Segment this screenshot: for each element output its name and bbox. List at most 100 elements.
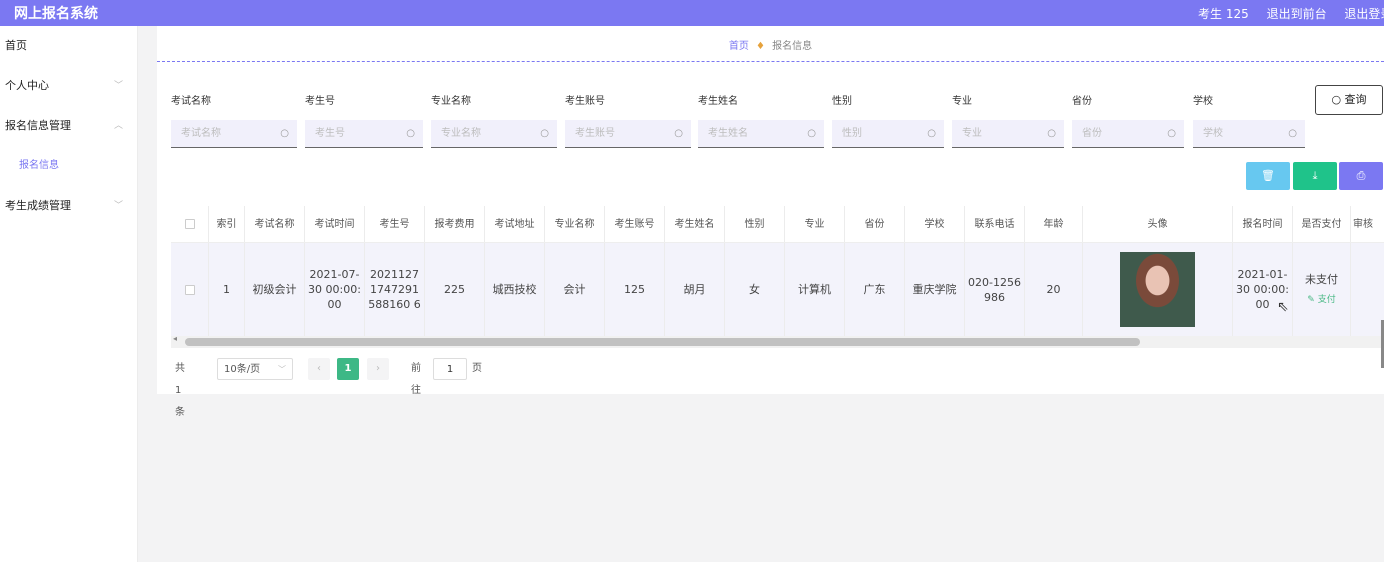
row-select-cell[interactable] <box>171 243 209 336</box>
page-size-value: 10条/页 <box>224 364 261 375</box>
top-right-menu: 考生 125 退出到前台 退出登录 <box>1184 5 1384 22</box>
header-cell[interactable]: 省份 <box>845 206 905 242</box>
province-cell: 广东 <box>845 243 905 336</box>
header-cell[interactable]: 考试时间 <box>305 206 365 242</box>
select-all-cell[interactable] <box>171 206 209 242</box>
breadcrumb-separator-icon: ♦ <box>756 41 765 52</box>
placeholder: 考生账号 <box>575 128 615 139</box>
header-cell[interactable]: 审核 <box>1351 206 1384 242</box>
total-count: 共 1 条 <box>175 363 185 418</box>
data-table: 索引 考试名称 考试时间 考生号 报考费用 考试地址 专业名称 考生账号 考生姓… <box>171 206 1384 336</box>
search-icon: ○ <box>280 128 289 139</box>
download-icon: ⤓ <box>1312 169 1318 182</box>
edit-icon: ✎ <box>1307 294 1318 305</box>
header-cell[interactable]: 专业名称 <box>545 206 605 242</box>
page-suffix: 页 <box>472 363 482 374</box>
filter-label: 省份 <box>1072 96 1092 107</box>
major-name-input[interactable]: 专业名称 ○ <box>431 120 557 148</box>
filter-province: 省份 省份 ○ <box>1072 92 1184 148</box>
search-button-label: 查询 <box>1344 93 1367 106</box>
filter-student-no: 考生号 考生号 ○ <box>305 92 423 148</box>
export-button[interactable]: ⤓ <box>1293 162 1337 190</box>
filter-label: 考生号 <box>305 96 335 107</box>
account-cell: 125 <box>605 243 665 336</box>
header-cell[interactable]: 性别 <box>725 206 785 242</box>
fee-cell: 225 <box>425 243 485 336</box>
search-icon: ○ <box>540 128 549 139</box>
scrollbar-thumb[interactable] <box>185 338 1140 346</box>
sidebar-item-label: 报名信息管理 <box>5 119 71 132</box>
goto-page-input[interactable]: 1 <box>433 358 467 380</box>
trash-icon: 🗑 <box>1261 169 1275 182</box>
horizontal-scrollbar[interactable]: ◂ <box>171 334 1384 348</box>
page-size-select[interactable]: 10条/页 ﹀ <box>217 358 293 380</box>
sidebar-item-personal-center[interactable]: 个人中心 ﹀ <box>0 66 137 106</box>
header-cell[interactable]: 索引 <box>209 206 245 242</box>
next-page-button[interactable]: › <box>367 358 389 380</box>
delete-button[interactable]: 🗑 <box>1246 162 1290 190</box>
sidebar-item-score-management[interactable]: 考生成绩管理 ﹀ <box>0 186 137 226</box>
header-cell[interactable]: 是否支付 <box>1293 206 1351 242</box>
search-icon: ○ <box>927 128 936 139</box>
search-icon: ○ <box>1331 93 1345 106</box>
pay-button[interactable]: ✎ 支付 <box>1307 293 1335 308</box>
placeholder: 考生号 <box>315 128 345 139</box>
avatar[interactable] <box>1120 252 1195 327</box>
filter-school: 学校 学校 ○ <box>1193 92 1305 148</box>
sidebar-item-home[interactable]: 首页 <box>0 26 137 66</box>
header-cell[interactable]: 年龄 <box>1025 206 1083 242</box>
placeholder: 省份 <box>1082 128 1102 139</box>
search-icon: ○ <box>1288 128 1297 139</box>
gender-input[interactable]: 性别 ○ <box>832 120 944 148</box>
header-cell[interactable]: 考生号 <box>365 206 425 242</box>
filter-label: 学校 <box>1193 96 1213 107</box>
back-to-front-link[interactable]: 退出到前台 <box>1267 7 1327 21</box>
school-input[interactable]: 学校 ○ <box>1193 120 1305 148</box>
account-input[interactable]: 考生账号 ○ <box>565 120 691 148</box>
header-cell[interactable]: 联系电话 <box>965 206 1025 242</box>
student-no-input[interactable]: 考生号 ○ <box>305 120 423 148</box>
header-cell[interactable]: 考生账号 <box>605 206 665 242</box>
search-icon: ○ <box>1167 128 1176 139</box>
filter-gender: 性别 性别 ○ <box>832 92 944 148</box>
student-name-input[interactable]: 考生姓名 ○ <box>698 120 824 148</box>
exam-time-cell: 2021-07-30 00:00:00 <box>305 243 365 336</box>
header-cell[interactable]: 考生姓名 <box>665 206 725 242</box>
sidebar-item-registration-management[interactable]: 报名信息管理 ︿ <box>0 106 137 146</box>
breadcrumb-home[interactable]: 首页 <box>729 41 749 52</box>
major-cell: 计算机 <box>785 243 845 336</box>
filter-label: 考生姓名 <box>698 96 738 107</box>
prev-page-button[interactable]: ‹ <box>308 358 330 380</box>
header-cell[interactable]: 考试名称 <box>245 206 305 242</box>
table-row: 1 初级会计 2021-07-30 00:00:00 2021127174729… <box>171 243 1384 336</box>
major-input[interactable]: 专业 ○ <box>952 120 1064 148</box>
pay-label: 支付 <box>1317 294 1336 305</box>
print-button[interactable]: ⎙ <box>1339 162 1383 190</box>
exam-name-input[interactable]: 考试名称 ○ <box>171 120 297 148</box>
page-number-current[interactable]: 1 <box>337 358 359 380</box>
header-cell[interactable]: 报名时间 <box>1233 206 1293 242</box>
table-header-row: 索引 考试名称 考试时间 考生号 报考费用 考试地址 专业名称 考生账号 考生姓… <box>171 206 1384 243</box>
search-button[interactable]: ○ 查询 <box>1315 85 1383 115</box>
header-cell[interactable]: 考试地址 <box>485 206 545 242</box>
header-cell[interactable]: 报考费用 <box>425 206 485 242</box>
row-checkbox[interactable] <box>184 284 195 295</box>
filter-label: 考试名称 <box>171 96 211 107</box>
filter-account: 考生账号 考生账号 ○ <box>565 92 691 148</box>
scroll-left-icon[interactable]: ◂ <box>173 334 177 343</box>
main-content: 首页 ♦ 报名信息 考试名称 考试名称 ○ 考生号 考生号 ○ 专业名称 专业名称 ○… <box>157 26 1384 418</box>
sidebar-item-registration-info[interactable]: 报名信息 <box>0 146 137 186</box>
header-cell[interactable]: 头像 <box>1083 206 1233 242</box>
header-cell[interactable]: 学校 <box>905 206 965 242</box>
review-cell <box>1351 243 1384 336</box>
phone-cell: 020-1256986 <box>965 243 1025 336</box>
header-cell[interactable]: 专业 <box>785 206 845 242</box>
search-icon: ○ <box>406 128 415 139</box>
logout-link[interactable]: 退出登录 <box>1344 7 1384 21</box>
placeholder: 专业名称 <box>441 128 481 139</box>
select-all-checkbox[interactable] <box>184 219 195 229</box>
search-icon: ○ <box>1047 128 1056 139</box>
filter-major: 专业 专业 ○ <box>952 92 1064 148</box>
filter-major-name: 专业名称 专业名称 ○ <box>431 92 557 148</box>
province-input[interactable]: 省份 ○ <box>1072 120 1184 148</box>
